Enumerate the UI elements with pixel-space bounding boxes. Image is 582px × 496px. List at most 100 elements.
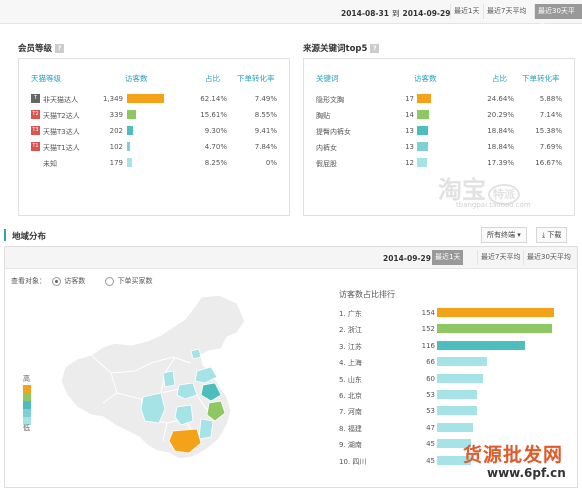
radio-icon xyxy=(52,276,62,286)
region-fujian[interactable] xyxy=(198,418,214,440)
title-accent xyxy=(4,229,6,241)
visitor-count: 202 xyxy=(109,127,123,135)
keyword-label: 提臀内裤女 xyxy=(316,128,351,136)
help-icon[interactable]: ? xyxy=(55,44,65,53)
province-label: 9. 湖南 xyxy=(339,441,362,450)
conversion-value: 7.49% xyxy=(254,95,277,103)
table-row[interactable]: 未知 179 8.25% 0% xyxy=(19,158,289,172)
china-map[interactable] xyxy=(51,293,281,473)
option-visitors[interactable]: 访客数 xyxy=(52,276,85,286)
legend-high-label: 高 xyxy=(23,375,30,383)
rank-bar xyxy=(437,422,473,432)
visitor-bar xyxy=(127,142,130,151)
share-value: 18.84% xyxy=(487,127,514,135)
region-range-7day-button[interactable]: 最近7天平均 xyxy=(477,250,523,265)
keyword-label: 假屁股 xyxy=(316,160,337,168)
share-value: 15.61% xyxy=(200,111,227,119)
visitor-count: 13 xyxy=(405,127,414,135)
visitor-count: 179 xyxy=(109,159,123,167)
province-label: 4. 上海 xyxy=(339,359,362,368)
province-value: 60 xyxy=(426,374,435,383)
col-header-visitors: 访客数 xyxy=(414,74,437,83)
range-30day-button[interactable]: 最近30天平均 xyxy=(534,4,582,30)
rank-bar xyxy=(437,324,552,334)
visitor-count: 14 xyxy=(405,111,414,119)
province-value: 53 xyxy=(426,391,435,399)
keyword-label: 内裤女 xyxy=(316,144,337,152)
site-watermark: 货源批发网 xyxy=(463,444,564,466)
visitor-count: 339 xyxy=(109,111,123,119)
table-row[interactable]: 内裤女 13 18.84% 7.69% xyxy=(304,142,574,156)
download-icon: ⤓ xyxy=(542,231,546,239)
table-row[interactable]: T1 天猫T1达人 102 4.70% 7.84% xyxy=(19,142,289,156)
legend-swatch xyxy=(23,401,31,409)
table-row[interactable]: T3 天猫T3达人 202 9.30% 9.41% xyxy=(19,126,289,140)
rank-bar xyxy=(437,340,525,350)
conversion-value: 9.41% xyxy=(254,127,277,135)
member-level-title: 会员等级? xyxy=(18,42,65,54)
col-header-conversion: 下单转化率 xyxy=(522,74,560,83)
col-header-share: 占比 xyxy=(492,74,507,83)
chevron-down-icon: ▾ xyxy=(517,231,521,239)
conversion-value: 7.69% xyxy=(539,143,562,151)
province-label: 8. 福建 xyxy=(339,424,362,433)
legend-swatch xyxy=(23,385,31,393)
range-7day-button[interactable]: 最近7天平均 xyxy=(483,4,529,19)
rank-row[interactable]: 5. 山东 60 xyxy=(339,373,573,386)
rank-row[interactable]: 8. 福建 47 xyxy=(339,422,573,435)
taobao-watermark: 淘宝 特派 xyxy=(438,170,520,205)
share-value: 4.70% xyxy=(204,143,227,151)
province-value: 53 xyxy=(426,407,435,416)
rank-row[interactable]: 4. 上海 66 xyxy=(339,357,573,369)
table-row[interactable]: 提臀内裤女 13 18.84% 15.38% xyxy=(304,126,574,140)
range-1day-button[interactable]: 最近1天 xyxy=(450,4,482,19)
level-label: 未知 xyxy=(43,160,57,168)
col-header-share: 占比 xyxy=(205,74,220,83)
rank-row[interactable]: 6. 北京 53 xyxy=(339,390,573,402)
visitor-count: 13 xyxy=(405,143,414,151)
date-range-text: 2014-08-31 到 2014-09-29 xyxy=(341,9,451,18)
share-value: 17.39% xyxy=(487,159,514,167)
share-value: 20.29% xyxy=(487,111,514,119)
terminal-select[interactable]: 所有终端 ▾ xyxy=(481,227,527,243)
rank-row[interactable]: 3. 江苏 116 xyxy=(339,340,573,353)
conversion-value: 16.67% xyxy=(535,159,562,167)
option-buyers[interactable]: 下单买家数 xyxy=(105,276,152,286)
province-label: 2. 浙江 xyxy=(339,326,362,335)
province-label: 3. 江苏 xyxy=(339,342,362,351)
tmall-level-badge: T2 xyxy=(31,110,40,119)
level-label: 天猫T1达人 xyxy=(43,144,80,152)
province-value: 66 xyxy=(426,358,435,367)
help-icon[interactable]: ? xyxy=(370,44,380,53)
col-header-conversion: 下单转化率 xyxy=(237,74,275,83)
region-range-1day-button[interactable]: 最近1天 xyxy=(432,250,464,265)
region-range-30day-button[interactable]: 最近30天平均 xyxy=(523,250,574,265)
province-label: 7. 河南 xyxy=(339,408,362,417)
download-button[interactable]: ⤓ 下载 xyxy=(536,227,568,243)
visitor-count: 1,349 xyxy=(102,95,123,103)
region-title: 地域分布 xyxy=(12,232,47,242)
table-row[interactable]: T2 天猫T2达人 339 15.61% 8.55% xyxy=(19,110,289,124)
table-row[interactable]: 胸贴 14 20.29% 7.14% xyxy=(304,110,574,124)
share-value: 9.30% xyxy=(204,127,227,135)
visitor-count: 102 xyxy=(109,143,123,151)
rank-row[interactable]: 7. 河南 53 xyxy=(339,406,573,418)
visitor-bar xyxy=(417,94,431,103)
table-row[interactable]: T 非天猫达人 1,349 62.14% 7.49% xyxy=(19,94,289,108)
region-beijing[interactable] xyxy=(190,348,202,360)
table-row[interactable]: 隐形文胸 17 24.64% 5.88% xyxy=(304,94,574,108)
province-value: 116 xyxy=(421,341,435,350)
visitor-count: 17 xyxy=(405,95,414,103)
rank-row[interactable]: 2. 浙江 152 xyxy=(339,324,573,336)
share-value: 8.25% xyxy=(204,159,227,167)
region-misc[interactable] xyxy=(162,370,176,388)
rank-bar xyxy=(437,406,477,416)
keyword-label: 隐形文胸 xyxy=(316,96,344,104)
rank-row[interactable]: 1. 广东 154 xyxy=(339,308,573,320)
rank-bar xyxy=(437,373,483,383)
visitor-bar xyxy=(127,158,132,167)
site-watermark-url: www.6pf.cn xyxy=(487,466,566,480)
col-header-keyword: 关键词 xyxy=(316,74,339,83)
view-object-selector: 查看对象： 访客数 下单买家数 xyxy=(11,276,153,286)
visitor-bar xyxy=(127,126,133,135)
